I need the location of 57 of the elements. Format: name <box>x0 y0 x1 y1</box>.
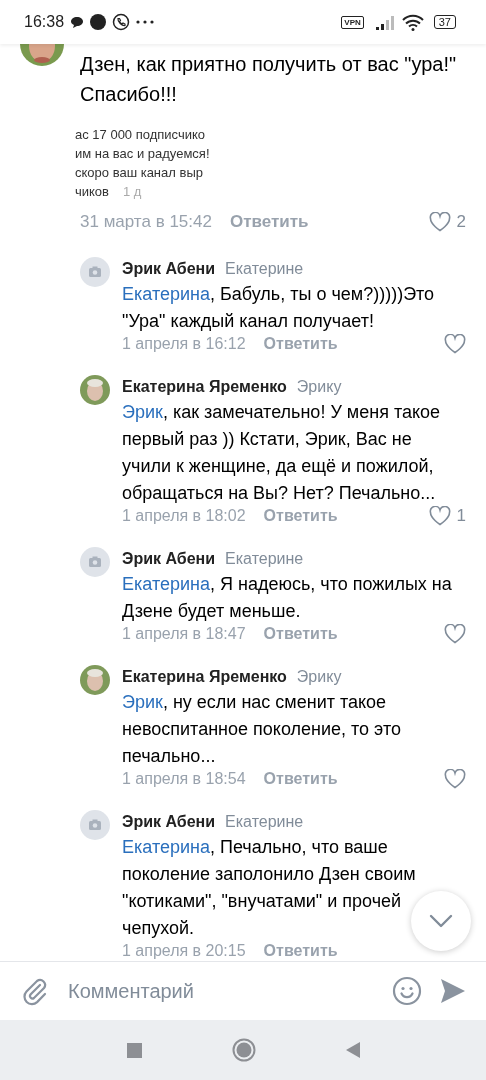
comment-date: 1 апреля в 18:54 <box>122 770 246 788</box>
avatar-camera-icon <box>80 547 110 577</box>
attachment-text: скоро ваш канал выр <box>75 164 204 182</box>
mention-link[interactable]: Екатерина <box>122 837 210 857</box>
like-icon[interactable] <box>428 212 451 232</box>
vpn-badge: VPN <box>341 15 364 29</box>
mention-link[interactable]: Эрик <box>122 402 163 422</box>
author-name[interactable]: Эрик Абени <box>122 257 216 281</box>
mention-link[interactable]: Эрик <box>122 692 163 712</box>
comment-date: 1 апреля в 16:12 <box>122 335 246 353</box>
comment-date: 31 марта в 15:42 <box>80 212 212 232</box>
attachment-text: ас 17 000 подписчико <box>75 126 207 144</box>
like-icon[interactable] <box>444 624 466 644</box>
home-icon[interactable] <box>231 1038 256 1062</box>
like-icon[interactable] <box>444 769 466 789</box>
like-icon[interactable] <box>428 506 451 526</box>
back-icon[interactable] <box>345 1042 360 1058</box>
addressee-name: Екатерине <box>225 812 304 832</box>
comment-text: Екатерина, Я надеюсь, что пожилых на Дзене будет меньше. <box>122 573 453 623</box>
author-name[interactable]: Эрик Абени <box>122 810 216 834</box>
author-name[interactable]: Эрик Абени <box>122 547 216 571</box>
signal-icon <box>375 14 396 30</box>
attachment-text: им на вас и радуемся! <box>75 145 211 163</box>
send-icon[interactable] <box>440 978 466 1004</box>
like-count: 2 <box>456 212 466 232</box>
like-count: 1 <box>456 506 466 526</box>
comment-text: Дзен, как приятно получить от вас "ура!" Спасибо!!! <box>80 52 458 107</box>
addressee-name: Эрику <box>296 667 342 687</box>
addressee-name: Екатерине <box>225 259 304 279</box>
wifi-icon <box>401 13 424 31</box>
mention-link[interactable]: Екатерина <box>122 284 210 304</box>
dot-icon <box>90 14 107 30</box>
phone-icon <box>112 13 131 31</box>
comment-text: Эрик, ну если нас сменит такое невоспитанное поколение, то это печально... <box>122 691 402 768</box>
chevron-down-icon <box>429 914 453 928</box>
recents-icon[interactable] <box>126 1042 142 1058</box>
comment-date: 1 апреля в 20:15 <box>122 942 246 960</box>
more-icon <box>136 20 155 24</box>
clock: 16:38 <box>24 13 65 31</box>
comment-input[interactable]: Комментарий <box>68 979 374 1003</box>
author-name[interactable]: Екатерина Яременко <box>122 665 287 689</box>
addressee-name: Эрику <box>296 377 342 397</box>
addressee-name: Екатерине <box>225 549 304 569</box>
attachment-time: 1 д <box>123 183 143 201</box>
mention-link[interactable]: Екатерина <box>122 574 210 594</box>
comment-text: Екатерина, Бабуль, ты о чем?)))))Это "Ура" каждый канал получает! <box>122 283 436 333</box>
comment-date: 1 апреля в 18:47 <box>122 625 246 643</box>
smiley-icon[interactable] <box>392 976 422 1006</box>
chat-icon <box>70 15 85 29</box>
comment-text: Эрик, как замечательно! У меня такое первый раз )) Кстати, Эрик, Вас не учили к женщине, да ещё и пожилой, обращаться на Вы? Нет? Печально... <box>122 401 442 505</box>
avatar-camera-icon <box>80 810 110 840</box>
comment-date: 1 апреля в 18:02 <box>122 507 246 525</box>
avatar-camera-icon <box>80 257 110 287</box>
attachment-text: чиков <box>75 183 110 201</box>
author-name[interactable]: Екатерина Яременко <box>122 375 287 399</box>
like-icon[interactable] <box>444 334 466 354</box>
battery-indicator: 37 <box>433 15 456 29</box>
